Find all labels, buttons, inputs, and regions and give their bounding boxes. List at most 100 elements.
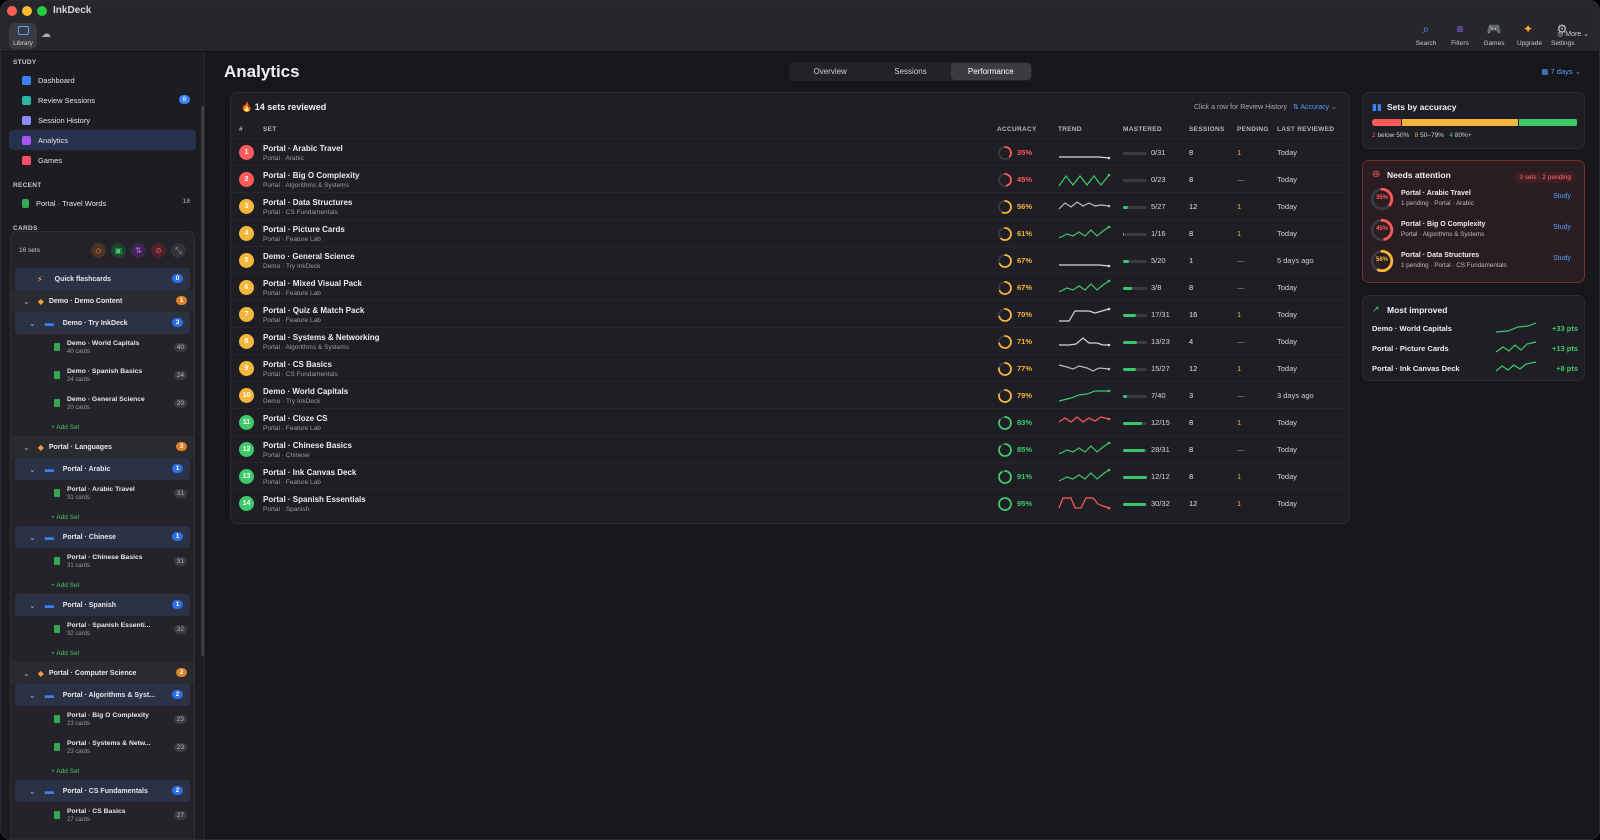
library-button[interactable]: Library <box>9 23 37 49</box>
folder-row[interactable]: ⌄ ▬ Portal · Spanish 1 <box>15 594 190 616</box>
attention-item[interactable]: 45% Portal · Big O Complexity Portal · Alg… <box>1369 216 1579 246</box>
zoom-window-button[interactable] <box>37 6 47 16</box>
table-row[interactable]: 13 Portal · Ink Canvas Deck Portal · Featu… <box>231 462 1349 489</box>
column-header[interactable]: PENDING <box>1237 126 1269 133</box>
sidebar-item-session-history[interactable]: Session History <box>9 110 196 130</box>
more-button[interactable]: ◎ More ⌄ <box>1557 30 1589 38</box>
attention-item[interactable]: 56% Portal · Data Structures 1 pending · P… <box>1369 247 1579 277</box>
tab-overview[interactable]: Overview <box>790 63 870 80</box>
set-row[interactable]: Portal · CS Basics 27 cards 27 <box>11 802 194 830</box>
table-row[interactable]: 2 Portal · Big O Complexity Portal · Algor… <box>231 165 1349 192</box>
chevron-down-icon[interactable]: ⌄ <box>23 669 30 678</box>
set-row[interactable]: Demo · General Science 20 cards 20 <box>11 390 194 418</box>
folder-row[interactable]: ⌄ ▬ Portal · Algorithms & Syst... 2 <box>15 684 190 706</box>
set-row[interactable]: Portal · Chinese Basics 31 cards 31 <box>11 548 194 576</box>
folder-row[interactable]: ⌄ ▬ Demo · Try InkDeck 3 <box>15 312 190 334</box>
table-row[interactable]: 3 Portal · Data Structures Portal · CS Fun… <box>231 192 1349 219</box>
set-row[interactable]: Portal · Systems & Netw... 23 cards 23 <box>11 734 194 762</box>
trend-endpoint <box>1107 468 1111 472</box>
chevron-down-icon[interactable]: ⌄ <box>29 319 36 328</box>
row-set-path: Portal · Algorithms & Systems <box>263 182 349 189</box>
sidebar-item-review-sessions[interactable]: Review Sessions 8 <box>9 90 196 110</box>
row-mastered: 7/40 <box>1151 391 1166 400</box>
tool-games[interactable]: 🎮 Games <box>1483 23 1505 48</box>
tab-performance[interactable]: Performance <box>950 63 1031 80</box>
table-row[interactable]: 1 Portal · Arabic Travel Portal · Arabic 35… <box>231 138 1349 165</box>
sidebar-item-dashboard[interactable]: Dashboard <box>9 70 196 90</box>
improved-item[interactable]: Portal · Picture Cards +13 pts <box>1372 340 1578 358</box>
collapse-icon[interactable]: ⤡ <box>171 243 186 258</box>
add-set-button[interactable]: + Add Set <box>11 576 194 594</box>
table-row[interactable]: 5 Demo · General Science Demo · Try InkDec… <box>231 246 1349 273</box>
recent-item-label: Portal · Travel Words <box>36 198 107 208</box>
table-row[interactable]: 10 Demo · World Capitals Demo · Try InkDec… <box>231 381 1349 408</box>
date-range-selector[interactable]: ▦ 7 days ⌄ <box>1541 67 1581 76</box>
blocked-icon[interactable]: ⊘ <box>151 243 166 258</box>
add-set-button[interactable]: + Add Set <box>11 644 194 662</box>
recent-item[interactable]: Portal · Travel Words 18 <box>9 193 196 213</box>
folder-row[interactable]: ⌄ ▬ Portal · Chinese 1 <box>15 526 190 548</box>
chevron-down-icon[interactable]: ⌄ <box>29 787 36 796</box>
table-row[interactable]: 12 Portal · Chinese Basics Portal · Chines… <box>231 435 1349 462</box>
table-row[interactable]: 6 Portal · Mixed Visual Pack Portal · Feat… <box>231 273 1349 300</box>
column-header[interactable]: TREND <box>1058 126 1082 133</box>
study-button[interactable]: Study <box>1553 255 1571 262</box>
add-set-button[interactable]: + Add Set <box>11 418 194 436</box>
column-header[interactable]: LAST REVIEWED <box>1277 126 1334 133</box>
sidebar-scrollbar[interactable] <box>201 106 204 656</box>
quick-flashcards-label: Quick flashcards <box>54 275 112 283</box>
table-row[interactable]: 14 Portal · Spanish Essentials Portal · Sp… <box>231 489 1349 516</box>
tool-search[interactable]: ⌕ Search <box>1415 23 1437 48</box>
sidebar-item-games[interactable]: Games <box>9 150 196 170</box>
table-row[interactable]: 7 Portal · Quiz & Match Pack Portal · Feat… <box>231 300 1349 327</box>
row-set-name: Portal · Arabic Travel <box>263 144 343 153</box>
document-icon <box>54 343 60 351</box>
column-header[interactable]: SESSIONS <box>1189 126 1225 133</box>
tool-filters[interactable]: ≡ Filters <box>1449 23 1471 48</box>
add-set-button[interactable]: + Add Set <box>11 762 194 780</box>
sidebar-item-analytics[interactable]: Analytics <box>9 130 196 150</box>
group-row[interactable]: ⌄ ◆ Demo · Demo Content 1 <box>11 290 194 312</box>
add-set-button[interactable]: + Add Set <box>11 508 194 526</box>
improved-item[interactable]: Portal · Ink Canvas Deck +8 pts <box>1372 360 1578 378</box>
tool-upgrade[interactable]: ✦ Upgrade <box>1517 23 1542 48</box>
column-header[interactable]: # <box>239 126 243 133</box>
close-window-button[interactable] <box>7 6 17 16</box>
set-row[interactable]: Portal · Arabic Travel 31 cards 31 <box>11 480 194 508</box>
table-row[interactable]: 8 Portal · Systems & Networking Portal · A… <box>231 327 1349 354</box>
quick-flashcards[interactable]: ⚡ Quick flashcards 0 <box>15 268 190 290</box>
study-button[interactable]: Study <box>1553 224 1571 231</box>
improved-item[interactable]: Demo · World Capitals +33 pts <box>1372 320 1578 338</box>
attention-item[interactable]: 35% Portal · Arabic Travel 1 pending · Por… <box>1369 185 1579 215</box>
folder-row[interactable]: ⌄ ▬ Portal · CS Fundamentals 2 <box>15 780 190 802</box>
sort-icon[interactable]: ⇅ <box>131 243 146 258</box>
tag-icon[interactable]: ◇ <box>91 243 106 258</box>
chevron-down-icon[interactable]: ⌄ <box>29 533 36 542</box>
chevron-down-icon[interactable]: ⌄ <box>29 601 36 610</box>
set-row[interactable]: Demo · World Capitals 40 cards 40 <box>11 334 194 362</box>
row-accuracy: 70% <box>1017 310 1033 319</box>
study-button[interactable]: Study <box>1553 193 1571 200</box>
chevron-down-icon[interactable]: ⌄ <box>23 443 30 452</box>
new-folder-icon[interactable]: ▣ <box>111 243 126 258</box>
tab-sessions[interactable]: Sessions <box>870 63 950 80</box>
chevron-down-icon[interactable]: ⌄ <box>23 297 30 306</box>
sort-selector[interactable]: ⇅ Accuracy ⌄ <box>1293 104 1337 111</box>
column-header[interactable]: SET <box>263 126 277 133</box>
set-row[interactable]: Demo · Spanish Basics 24 cards 24 <box>11 362 194 390</box>
table-row[interactable]: 11 Portal · Cloze CS Portal · Feature Lab 8… <box>231 408 1349 435</box>
table-row[interactable]: 9 Portal · CS Basics Portal · CS Fundament… <box>231 354 1349 381</box>
set-row[interactable]: Portal · Big O Complexity 23 cards 23 <box>11 706 194 734</box>
set-row[interactable]: Portal · Spanish Essenti... 32 cards 32 <box>11 616 194 644</box>
column-header[interactable]: ACCURACY <box>997 126 1037 133</box>
table-row[interactable]: 4 Portal · Picture Cards Portal · Feature … <box>231 219 1349 246</box>
column-header[interactable]: MASTERED <box>1123 126 1162 133</box>
chevron-down-icon[interactable]: ⌄ <box>29 465 36 474</box>
cloud-icon[interactable]: ☁ <box>41 29 51 40</box>
group-row[interactable]: ⌄ ◆ Portal · Languages 3 <box>11 436 194 458</box>
chevron-down-icon[interactable]: ⌄ <box>29 691 36 700</box>
row-accuracy: 61% <box>1017 229 1033 238</box>
minimize-window-button[interactable] <box>22 6 32 16</box>
folder-row[interactable]: ⌄ ▬ Portal · Arabic 1 <box>15 458 190 480</box>
group-row[interactable]: ⌄ ◆ Portal · Computer Science 2 <box>11 662 194 684</box>
